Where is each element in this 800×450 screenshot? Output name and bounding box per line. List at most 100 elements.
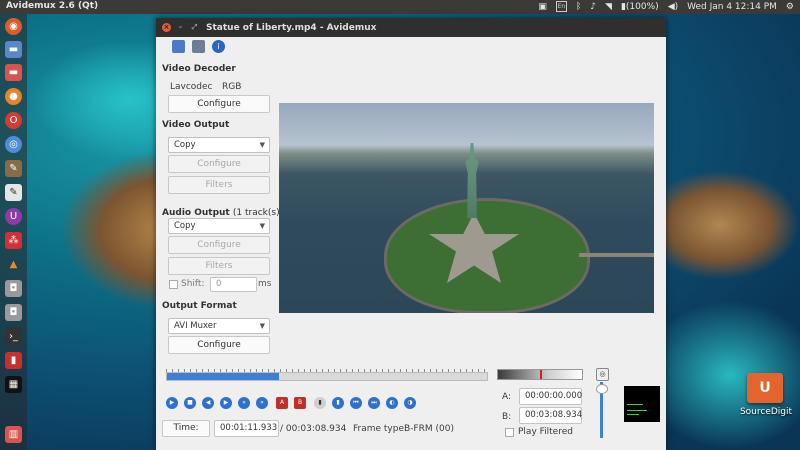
audio-toggle-icon[interactable]: ◎ <box>596 368 609 381</box>
toolbar: i <box>156 37 666 57</box>
shift-input[interactable]: 0 <box>210 277 257 292</box>
system-tray: ▣ En ᛒ ♪ ◥ ▮(100%) ◀) Wed Jan 4 12:14 PM… <box>538 1 794 12</box>
time-button[interactable]: Time: <box>162 420 210 437</box>
output-format-value: AVI Muxer <box>174 321 217 331</box>
window-title: Statue of Liberty.mp4 - Avidemux <box>206 23 377 33</box>
next-black-icon[interactable]: ▮ <box>332 397 344 409</box>
ubuntu-u-icon[interactable]: U <box>5 208 22 225</box>
chevron-down-icon: ▼ <box>259 141 265 149</box>
info-icon[interactable]: i <box>212 40 225 53</box>
go-marker-b-icon[interactable]: ◑ <box>404 397 416 409</box>
prev-frame-icon[interactable]: ◀ <box>202 397 214 409</box>
meter-marker <box>540 370 542 379</box>
first-frame-icon[interactable]: ⏮ <box>350 397 362 409</box>
battery-icon[interactable]: ▮(100%) <box>621 2 659 12</box>
dropbox-icon[interactable]: ▣ <box>538 2 547 12</box>
avidemux-window: × – ⤢ Statue of Liberty.mp4 - Avidemux i… <box>156 18 666 450</box>
frame-type-label: Frame type: <box>353 424 408 434</box>
save-icon[interactable] <box>192 40 205 53</box>
text-editor-icon[interactable]: ✎ <box>5 184 22 201</box>
shutter-icon[interactable]: ⁂ <box>5 232 22 249</box>
volume-icon[interactable]: ◀) <box>668 2 678 12</box>
current-time-input[interactable]: 00:01:11.933 <box>214 420 279 437</box>
total-time: / 00:03:08.934 <box>280 424 347 434</box>
shift-checkbox[interactable] <box>169 280 178 289</box>
active-app-name: Avidemux 2.6 (Qt) <box>6 1 99 11</box>
app-red-icon[interactable]: ▮ <box>5 352 22 369</box>
audio-configure-button[interactable]: Configure <box>168 236 270 254</box>
marker-a-field[interactable]: 00:00:00.000 <box>519 388 582 405</box>
next-keyframe-icon[interactable]: » <box>256 397 268 409</box>
disk-icon[interactable]: ◘ <box>5 280 22 297</box>
launcher: ◉ ▬ ▬ ● O ◎ ✎ ✎ U ⁂ ▲ ◘ ◘ ›_ ▮ ▦ ▥ <box>0 14 27 450</box>
prev-black-icon[interactable]: ▮ <box>314 397 326 409</box>
close-button[interactable]: × <box>162 23 171 32</box>
go-marker-a-icon[interactable]: ◐ <box>386 397 398 409</box>
ubuntu-icon[interactable]: ◉ <box>5 18 22 35</box>
desktop-icon-label[interactable]: SourceDigit <box>731 407 800 417</box>
marker-a-label: A: <box>502 392 512 402</box>
last-frame-icon[interactable]: ⏭ <box>368 397 380 409</box>
output-format-select[interactable]: AVI Muxer ▼ <box>168 318 270 334</box>
keyboard-icon[interactable]: En <box>555 1 567 12</box>
notification-icon[interactable]: ♪ <box>590 2 596 12</box>
decoder-codec: Lavcodec <box>170 82 213 92</box>
wifi-icon[interactable]: ◥ <box>605 2 612 12</box>
volume-meter <box>497 369 583 380</box>
play-filtered-label: Play Filtered <box>518 427 573 437</box>
video-preview <box>279 103 654 313</box>
play-icon[interactable]: ▶ <box>166 397 178 409</box>
trash-icon[interactable]: ▥ <box>5 426 22 443</box>
terminal-icon[interactable]: ›_ <box>5 328 22 345</box>
power-gear-icon[interactable]: ⚙ <box>786 2 794 12</box>
stop-icon[interactable]: ■ <box>184 397 196 409</box>
video-output-header: Video Output <box>162 120 230 130</box>
volume-handle[interactable] <box>596 384 608 394</box>
maximize-button[interactable]: ⤢ <box>190 23 199 32</box>
prev-keyframe-icon[interactable]: « <box>238 397 250 409</box>
clock[interactable]: Wed Jan 4 12:14 PM <box>687 2 777 12</box>
avidemux-icon[interactable]: ▦ <box>5 376 22 393</box>
preview-pier <box>579 253 654 257</box>
audio-meter-display <box>624 386 660 422</box>
files-red-icon[interactable]: ▬ <box>5 64 22 81</box>
marker-b-field[interactable]: 00:03:08.934 <box>519 407 582 424</box>
audio-output-select[interactable]: Copy ▼ <box>168 218 270 234</box>
firefox-icon[interactable]: ● <box>5 88 22 105</box>
opera-icon[interactable]: O <box>5 112 22 129</box>
open-folder-icon[interactable] <box>172 40 185 53</box>
video-decoder-header: Video Decoder <box>162 64 236 74</box>
play-filtered-checkbox[interactable] <box>505 428 514 437</box>
disk-icon-2[interactable]: ◘ <box>5 304 22 321</box>
top-panel: Avidemux 2.6 (Qt) ▣ En ᛒ ♪ ◥ ▮(100%) ◀) … <box>0 0 800 14</box>
video-output-select[interactable]: Copy ▼ <box>168 137 270 153</box>
bluetooth-icon[interactable]: ᛒ <box>576 2 581 12</box>
chevron-down-icon: ▼ <box>259 222 265 230</box>
title-bar: × – ⤢ Statue of Liberty.mp4 - Avidemux <box>156 18 666 37</box>
chevron-down-icon: ▼ <box>259 322 265 330</box>
gimp-icon[interactable]: ✎ <box>5 160 22 177</box>
frame-type-value: B-FRM (00) <box>404 424 454 434</box>
battery-percent: (100%) <box>625 1 659 12</box>
sourcedigit-icon[interactable]: U <box>747 373 783 403</box>
files-icon[interactable]: ▬ <box>5 41 22 58</box>
decoder-configure-button[interactable]: Configure <box>168 95 270 113</box>
vlc-icon[interactable]: ▲ <box>5 256 22 273</box>
output-configure-button[interactable]: Configure <box>168 336 270 354</box>
set-marker-a-icon[interactable]: A <box>276 397 288 409</box>
shift-label: Shift: <box>181 279 205 289</box>
minimize-button[interactable]: – <box>176 23 185 32</box>
video-filters-button[interactable]: Filters <box>168 176 270 194</box>
video-output-value: Copy <box>174 140 196 150</box>
audio-filters-button[interactable]: Filters <box>168 257 270 275</box>
audio-output-header: Audio Output (1 track(s)) <box>162 208 284 218</box>
chromium-icon[interactable]: ◎ <box>5 136 22 153</box>
marker-b-label: B: <box>502 412 512 422</box>
next-frame-icon[interactable]: ▶ <box>220 397 232 409</box>
output-format-header: Output Format <box>162 301 237 311</box>
video-configure-button[interactable]: Configure <box>168 155 270 173</box>
audio-output-value: Copy <box>174 221 196 231</box>
timeline-slider[interactable] <box>166 372 488 381</box>
set-marker-b-icon[interactable]: B <box>294 397 306 409</box>
decoder-format: RGB <box>222 82 242 92</box>
